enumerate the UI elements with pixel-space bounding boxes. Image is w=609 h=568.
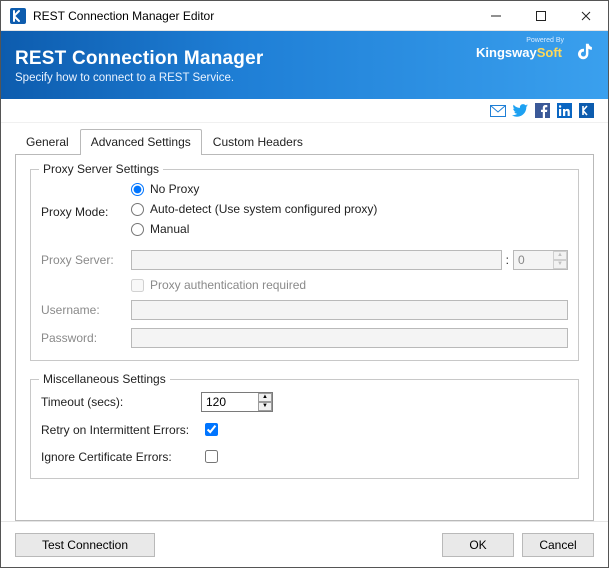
proxy-mode-auto-label[interactable]: Auto-detect (Use system configured proxy… <box>150 202 377 216</box>
kingswaysoft-logo: Powered By KingswaySoft <box>476 45 562 60</box>
social-bar <box>1 99 608 123</box>
proxy-group: Proxy Server Settings Proxy Mode: No Pro… <box>30 169 579 361</box>
tab-custom-headers[interactable]: Custom Headers <box>202 129 314 155</box>
minimize-button[interactable] <box>473 1 518 31</box>
banner-subheading: Specify how to connect to a REST Service… <box>15 72 594 84</box>
timeout-down[interactable]: ▼ <box>258 402 272 411</box>
ok-button[interactable]: OK <box>442 533 514 557</box>
linkedin-icon[interactable] <box>556 103 572 119</box>
proxy-port-down[interactable]: ▼ <box>553 260 567 269</box>
test-connection-button[interactable]: Test Connection <box>15 533 155 557</box>
timeout-label: Timeout (secs): <box>41 395 201 409</box>
tiktok-icon <box>574 41 596 63</box>
banner-brands: Powered By KingswaySoft <box>476 41 596 63</box>
window: REST Connection Manager Editor REST Conn… <box>0 0 609 568</box>
misc-group: Miscellaneous Settings Timeout (secs): ▲… <box>30 379 579 479</box>
proxy-mode-manual[interactable] <box>131 223 144 236</box>
timeout-up[interactable]: ▲ <box>258 393 272 402</box>
proxy-auth-label: Proxy authentication required <box>150 278 306 292</box>
tabs-area: General Advanced Settings Custom Headers… <box>1 123 608 521</box>
proxy-mode-radiogroup: No Proxy Auto-detect (Use system configu… <box>131 182 377 242</box>
proxy-port-up[interactable]: ▲ <box>553 251 567 260</box>
k-icon[interactable] <box>578 103 594 119</box>
proxy-auth-checkbox[interactable] <box>131 279 144 292</box>
email-icon[interactable] <box>490 103 506 119</box>
proxy-server-input[interactable] <box>131 250 502 270</box>
tab-general[interactable]: General <box>15 129 80 155</box>
app-icon <box>9 7 27 25</box>
proxy-mode-manual-label[interactable]: Manual <box>150 222 189 236</box>
tabstrip: General Advanced Settings Custom Headers <box>15 129 594 155</box>
proxy-legend: Proxy Server Settings <box>39 162 163 176</box>
password-input[interactable] <box>131 328 568 348</box>
proxy-mode-auto[interactable] <box>131 203 144 216</box>
retry-label: Retry on Intermittent Errors: <box>41 423 201 437</box>
username-input[interactable] <box>131 300 568 320</box>
ignore-cert-label: Ignore Certificate Errors: <box>41 450 201 464</box>
banner: REST Connection Manager Specify how to c… <box>1 31 608 99</box>
window-title: REST Connection Manager Editor <box>33 9 214 23</box>
titlebar: REST Connection Manager Editor <box>1 1 608 31</box>
retry-checkbox[interactable] <box>205 423 218 436</box>
password-label: Password: <box>41 331 131 345</box>
proxy-mode-no-proxy-label[interactable]: No Proxy <box>150 182 199 196</box>
cancel-button[interactable]: Cancel <box>522 533 594 557</box>
proxy-mode-label: Proxy Mode: <box>41 205 131 219</box>
username-label: Username: <box>41 303 131 317</box>
maximize-button[interactable] <box>518 1 563 31</box>
tab-content-advanced: Proxy Server Settings Proxy Mode: No Pro… <box>15 155 594 521</box>
port-separator: : <box>506 253 509 267</box>
twitter-icon[interactable] <box>512 103 528 119</box>
ignore-cert-checkbox[interactable] <box>205 450 218 463</box>
facebook-icon[interactable] <box>534 103 550 119</box>
misc-legend: Miscellaneous Settings <box>39 372 170 386</box>
close-button[interactable] <box>563 1 608 31</box>
proxy-mode-no-proxy[interactable] <box>131 183 144 196</box>
tab-advanced-settings[interactable]: Advanced Settings <box>80 129 202 155</box>
proxy-server-label: Proxy Server: <box>41 253 131 267</box>
bottom-bar: Test Connection OK Cancel <box>1 521 608 567</box>
